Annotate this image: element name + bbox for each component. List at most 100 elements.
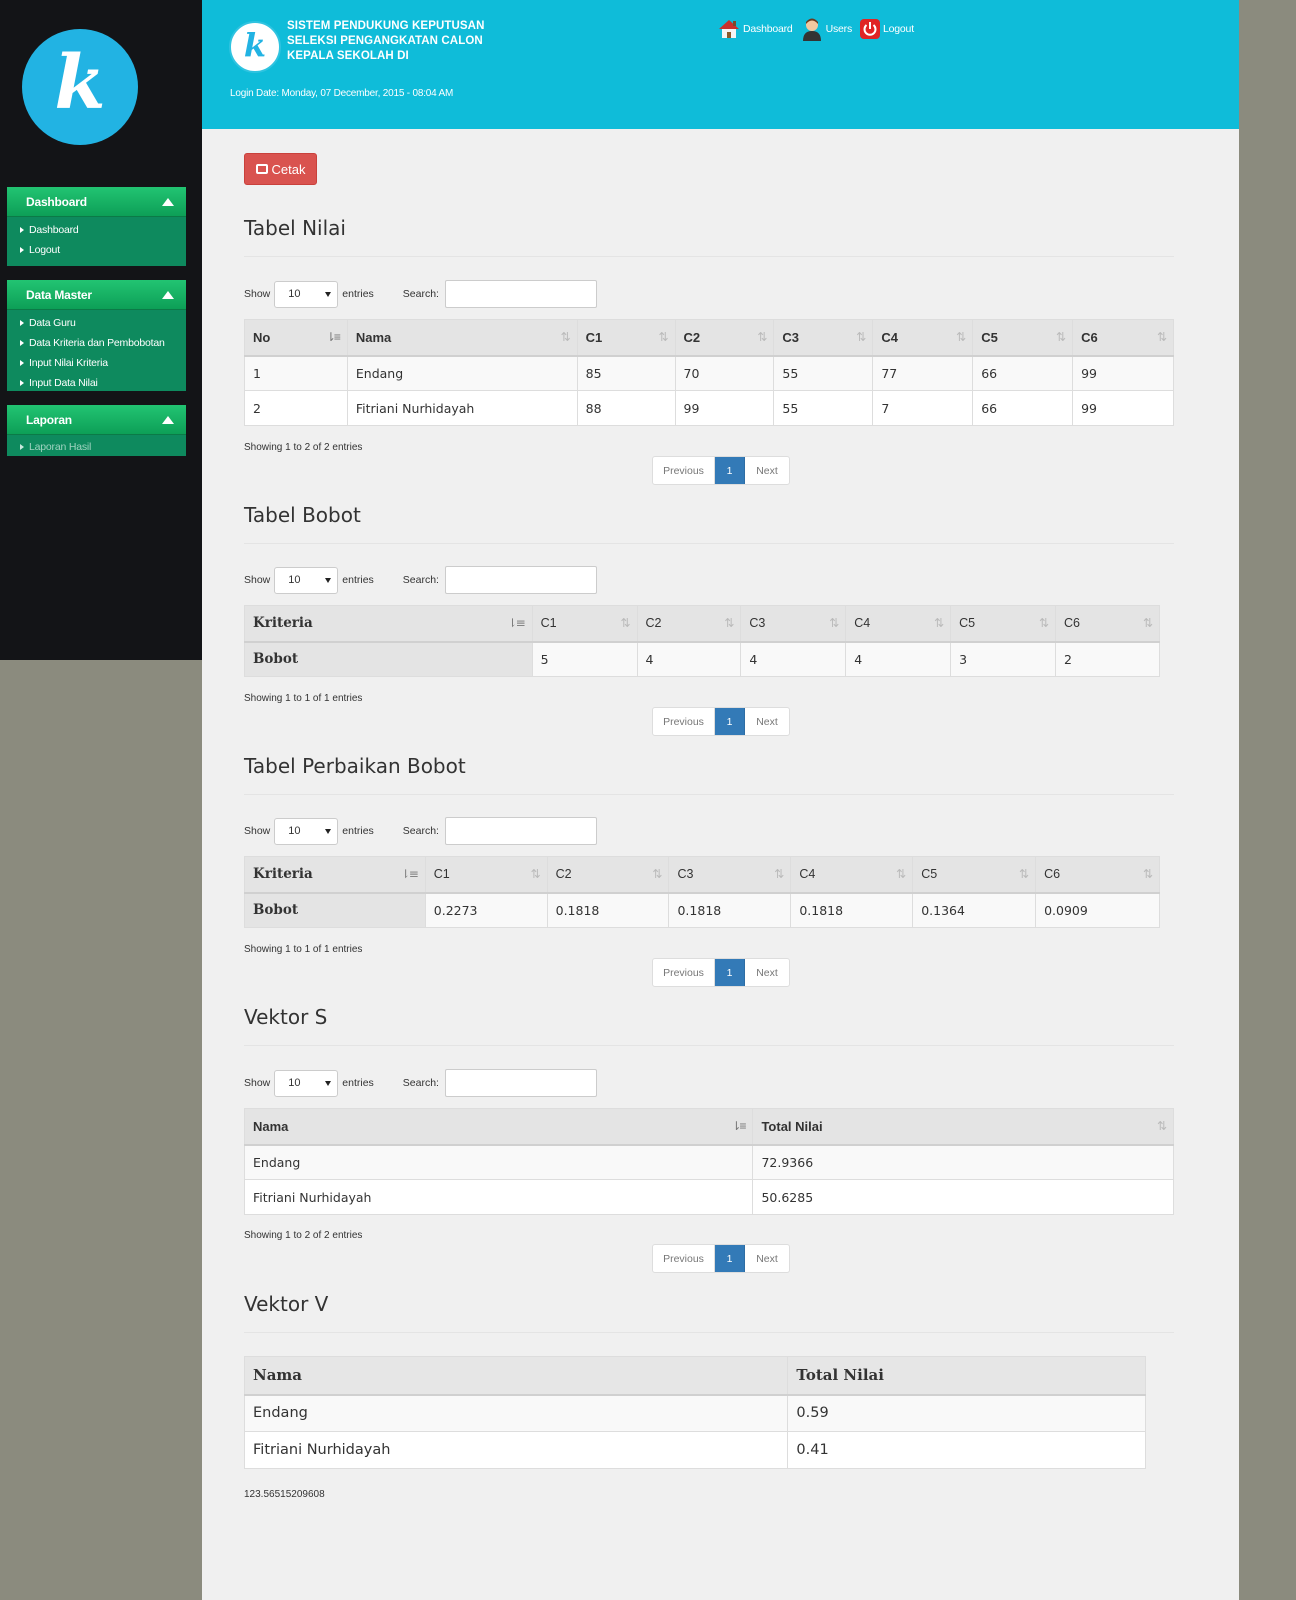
- user-icon: [802, 18, 821, 41]
- column-header-c3[interactable]: C3 ⇅: [740, 605, 847, 643]
- sidebar-item-data-guru[interactable]: Data Guru: [20, 313, 186, 333]
- sidebar-item-input-data-nilai[interactable]: Input Data Nilai: [20, 373, 186, 393]
- next-button[interactable]: Next: [745, 708, 789, 735]
- section-title: Tabel Perbaikan Bobot: [244, 754, 466, 778]
- previous-button[interactable]: Previous: [653, 959, 715, 986]
- column-header-c6[interactable]: C6 ⇅: [1055, 605, 1160, 643]
- cell: 4: [845, 641, 952, 677]
- dropdown-arrow-icon: [325, 1080, 332, 1086]
- sort-icon: ⇅: [1056, 330, 1066, 345]
- search-label: Search:: [402, 574, 439, 586]
- panel-laporan-header[interactable]: Laporan: [7, 405, 186, 435]
- next-button[interactable]: Next: [745, 457, 789, 484]
- section-title: Tabel Bobot: [244, 503, 361, 527]
- panel-title: Data Master: [26, 287, 92, 302]
- column-header-c1[interactable]: C1 ⇅: [531, 605, 638, 643]
- panel-data-master-header[interactable]: Data Master: [7, 280, 186, 310]
- column-header-c4[interactable]: C4 ⇅: [872, 319, 974, 357]
- divider: [244, 1332, 1174, 1333]
- search-input[interactable]: [444, 280, 597, 308]
- cell: 4: [740, 641, 847, 677]
- column-header-c6[interactable]: C6 ⇅: [1072, 319, 1174, 357]
- search-input[interactable]: [444, 817, 597, 845]
- sidebar-item-data-kriteria[interactable]: Data Kriteria dan Pembobotan: [20, 333, 186, 353]
- page-1-button[interactable]: 1: [715, 959, 745, 986]
- column-header-c2[interactable]: C2 ⇅: [674, 319, 775, 357]
- cell: 1: [244, 355, 348, 391]
- page-length-select[interactable]: 10: [274, 1069, 339, 1097]
- column-header-c3[interactable]: C3 ⇅: [773, 319, 874, 357]
- entries-label: entries: [342, 574, 374, 586]
- caret-right-icon: [20, 320, 24, 326]
- column-header-c4[interactable]: C4 ⇅: [790, 856, 914, 894]
- next-button[interactable]: Next: [745, 959, 789, 986]
- column-header-c4[interactable]: C4 ⇅: [845, 605, 952, 643]
- table-info: Showing 1 to 2 of 2 entries: [244, 442, 363, 453]
- collapse-icon[interactable]: [162, 415, 174, 424]
- entries-label: entries: [342, 288, 374, 300]
- column-header-c1[interactable]: C1 ⇅: [424, 856, 548, 894]
- sort-icon: ⇅: [829, 616, 839, 631]
- dropdown-arrow-icon: [325, 577, 332, 583]
- cell: 55: [773, 355, 874, 391]
- column-header-c6[interactable]: C6 ⇅: [1035, 856, 1160, 894]
- column-header-nama[interactable]: Nama ⇂≡: [243, 1108, 754, 1146]
- page-1-button[interactable]: 1: [715, 457, 745, 484]
- column-header-c5[interactable]: C5 ⇅: [912, 856, 1037, 894]
- section-tabel-perbaikan-bobot: Tabel Perbaikan Bobot: [244, 754, 1204, 795]
- search-input[interactable]: [444, 566, 597, 594]
- nav-logout-link[interactable]: Logout: [860, 19, 914, 39]
- logo-letter: k: [243, 26, 267, 64]
- sort-icon: ⇅: [856, 330, 866, 345]
- column-header-kriteria[interactable]: Kriteria ⇂≡: [244, 605, 533, 643]
- logo-letter: k: [54, 40, 106, 126]
- header-logo[interactable]: k: [229, 21, 281, 73]
- search-input[interactable]: [444, 1069, 597, 1097]
- sidebar-item-logout[interactable]: Logout: [20, 240, 186, 260]
- next-button[interactable]: Next: [745, 1245, 789, 1272]
- sidebar-item-input-nilai-kriteria[interactable]: Input Nilai Kriteria: [20, 353, 186, 373]
- nav-label: Logout: [883, 23, 914, 35]
- page-1-button[interactable]: 1: [715, 708, 745, 735]
- previous-button[interactable]: Previous: [653, 457, 715, 484]
- page-length-value: 10: [288, 825, 301, 837]
- cell: 4: [636, 641, 742, 677]
- column-header-c3[interactable]: C3 ⇅: [668, 856, 792, 894]
- section-vektor-v: Vektor V: [244, 1292, 1204, 1333]
- print-button[interactable]: Cetak: [244, 153, 317, 185]
- sidebar-item-dashboard[interactable]: Dashboard: [20, 220, 186, 240]
- column-header-c5[interactable]: C5 ⇅: [972, 319, 1074, 357]
- collapse-icon[interactable]: [162, 290, 174, 299]
- previous-button[interactable]: Previous: [653, 1245, 715, 1272]
- column-header-kriteria[interactable]: Kriteria ⇂≡: [244, 856, 426, 894]
- cell: Fitriani Nurhidayah: [243, 1179, 754, 1215]
- column-header-c1[interactable]: C1 ⇅: [576, 319, 676, 357]
- column-header-total-nilai[interactable]: Total Nilai ⇅: [752, 1108, 1174, 1146]
- nav-dashboard-link[interactable]: Dashboard: [718, 18, 793, 40]
- page-length-select[interactable]: 10: [274, 817, 339, 845]
- column-header-c2[interactable]: C2 ⇅: [546, 856, 670, 894]
- page-length-select[interactable]: 10: [274, 566, 339, 594]
- cell: 2: [1055, 641, 1160, 677]
- nav-label: Users: [825, 23, 853, 35]
- column-header-no[interactable]: No ⇂≡: [244, 319, 348, 357]
- column-header-c2[interactable]: C2 ⇅: [636, 605, 742, 643]
- sort-asc-icon: ⇂≡: [507, 616, 526, 631]
- column-header-c5[interactable]: C5 ⇅: [950, 605, 1057, 643]
- cell: 77: [872, 355, 974, 391]
- column-header-total-nilai: Total Nilai: [787, 1356, 1146, 1396]
- column-header-nama[interactable]: Nama ⇅: [346, 319, 578, 357]
- table-info: Showing 1 to 1 of 1 entries: [244, 693, 363, 704]
- entries-label: entries: [342, 825, 374, 837]
- panel-dashboard-header[interactable]: Dashboard: [7, 187, 186, 217]
- sort-icon: ⇅: [934, 616, 944, 631]
- app-logo[interactable]: k: [22, 29, 138, 145]
- previous-button[interactable]: Previous: [653, 708, 715, 735]
- nav-users-link[interactable]: Users: [801, 17, 852, 41]
- page-1-button[interactable]: 1: [715, 1245, 745, 1272]
- page-length-select[interactable]: 10: [274, 280, 339, 308]
- sidebar-item-laporan-hasil[interactable]: Laporan Hasil: [20, 437, 186, 457]
- sort-icon: ⇅: [956, 330, 966, 345]
- sort-icon: ⇅: [1019, 867, 1029, 882]
- collapse-icon[interactable]: [162, 197, 174, 206]
